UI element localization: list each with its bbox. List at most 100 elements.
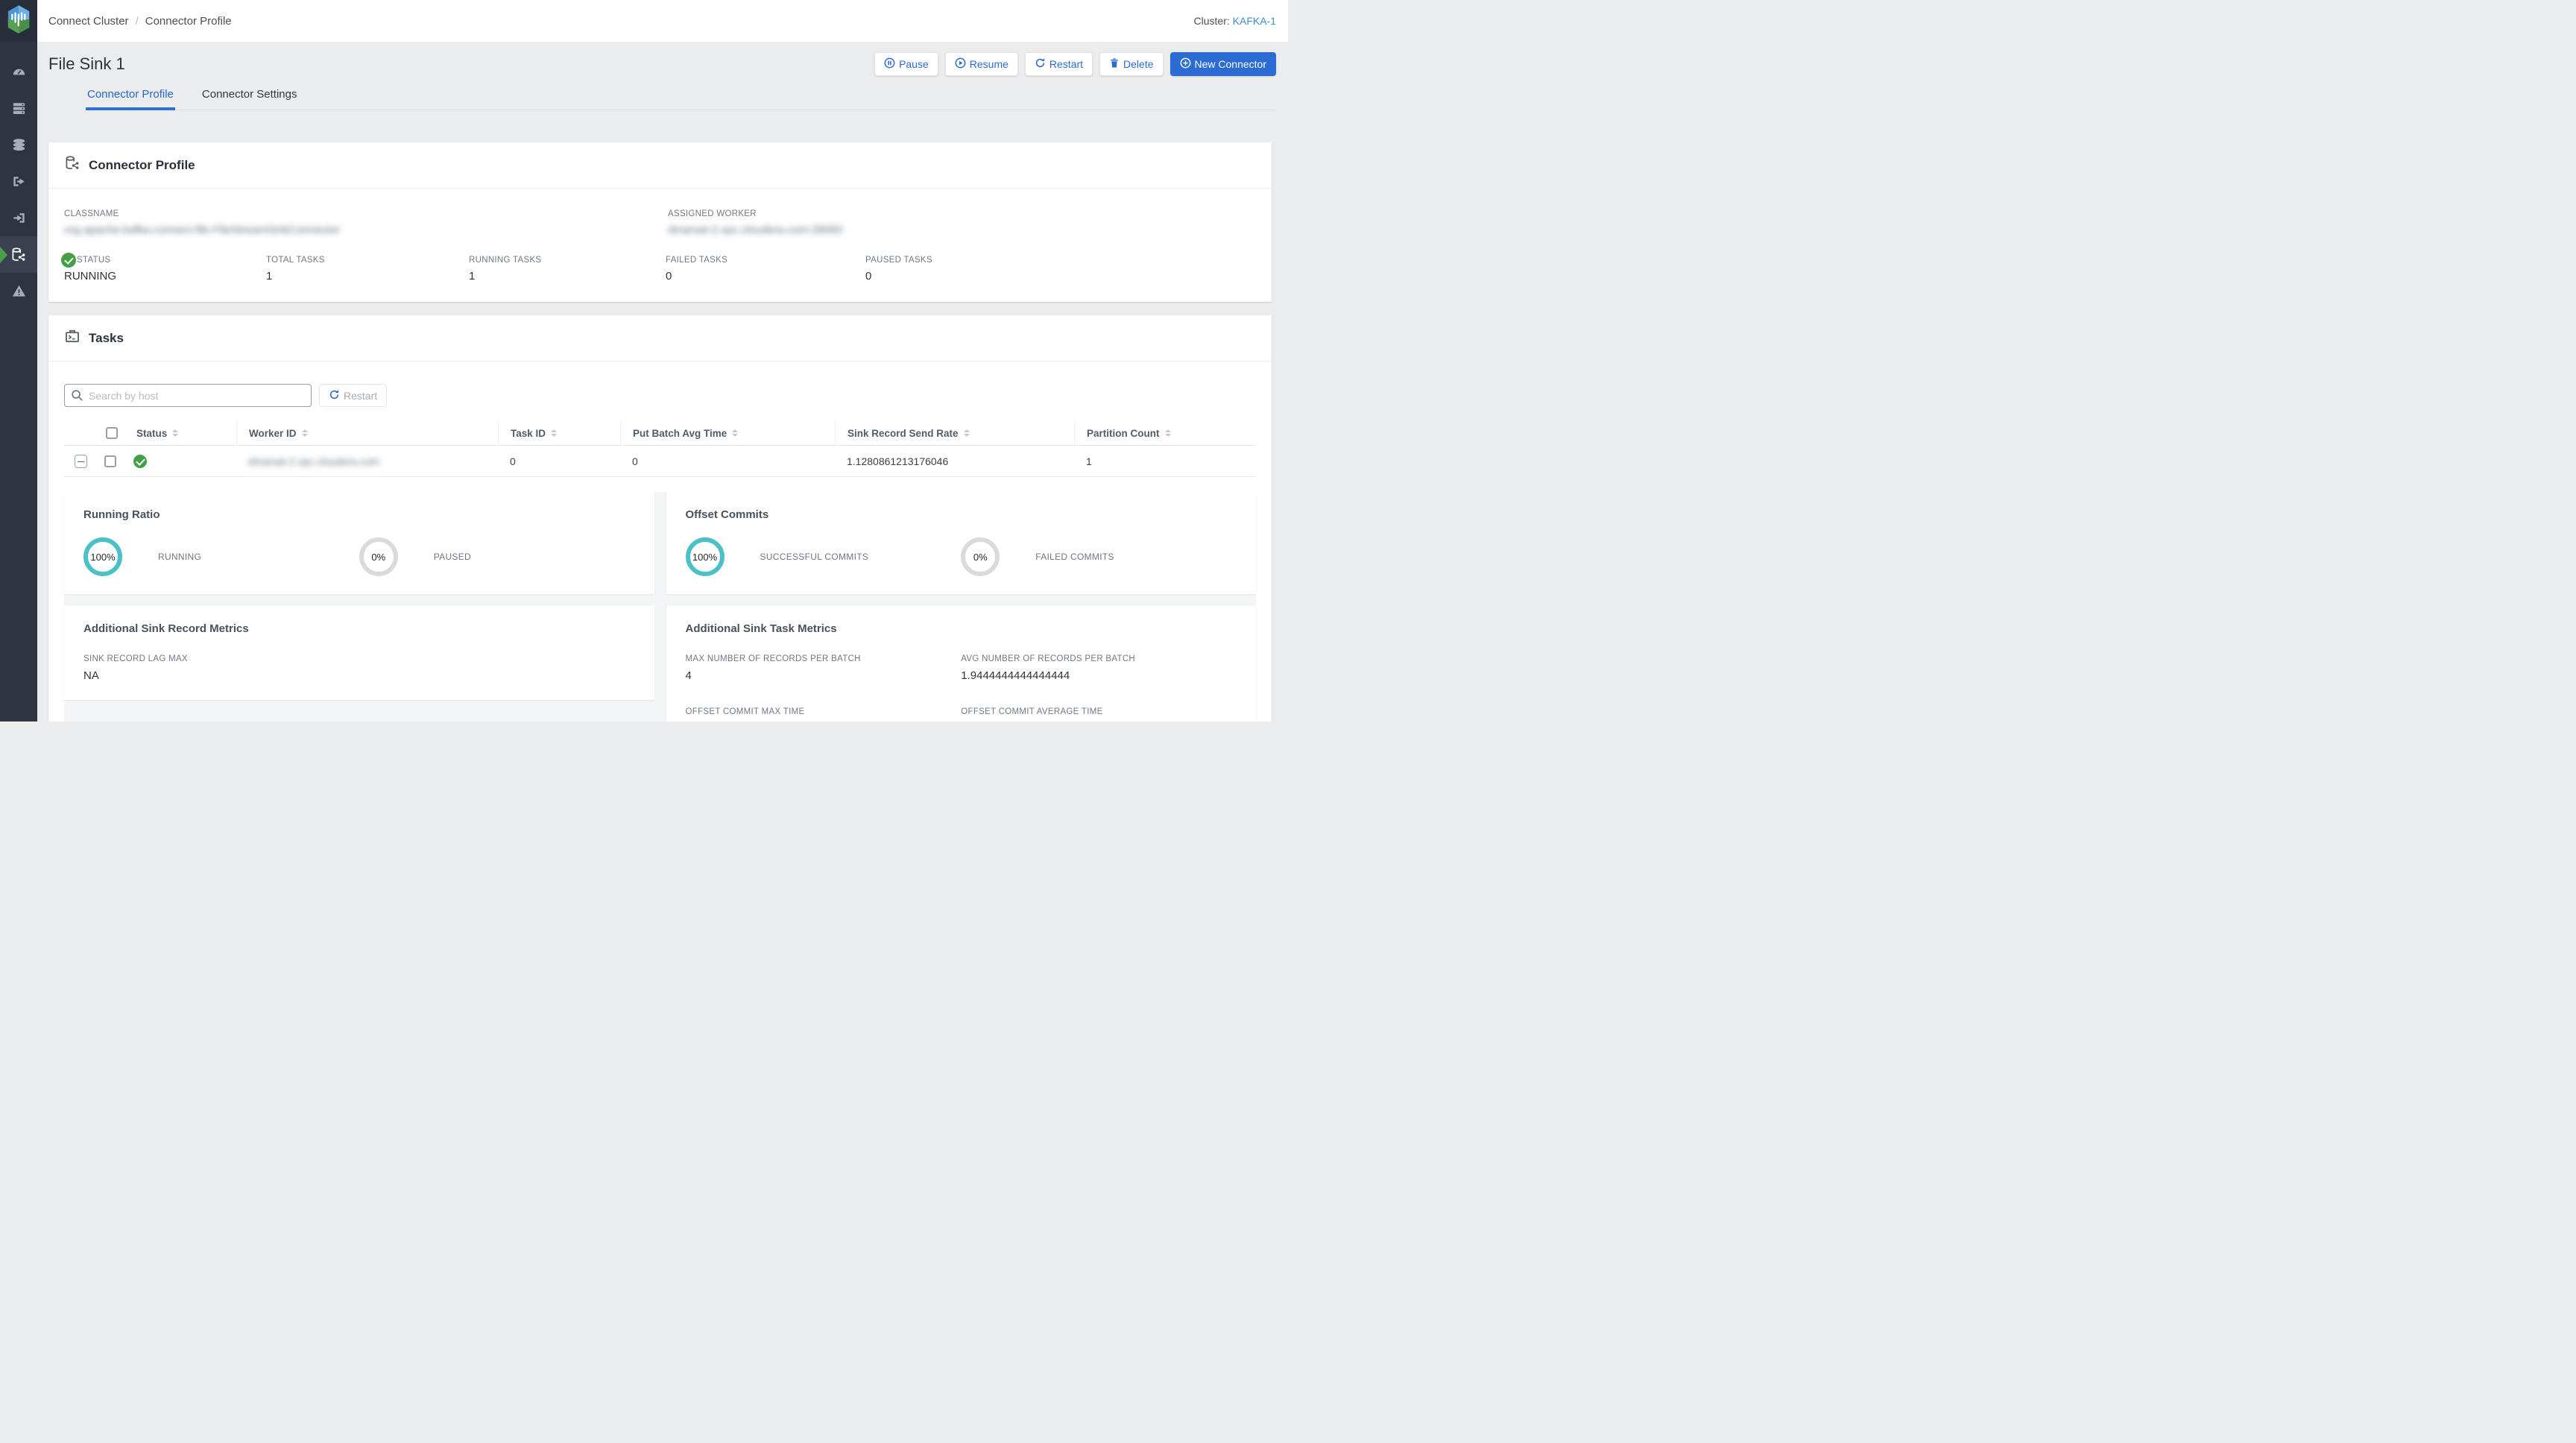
- running-ratio-title: Running Ratio: [83, 508, 635, 521]
- task-id-cell: 0: [498, 455, 620, 467]
- collapse-row-button[interactable]: [75, 455, 87, 468]
- app-window: Connect Cluster / Connector Profile Clus…: [0, 0, 1288, 722]
- task-restart-label: Restart: [344, 390, 377, 402]
- paused-tasks-field: PAUSED TASKS 0: [865, 256, 1256, 282]
- connector-actions: Pause Resume Restart: [874, 52, 1276, 76]
- column-partition-count[interactable]: Partition Count: [1087, 428, 1160, 439]
- restart-button[interactable]: Restart: [1025, 52, 1093, 76]
- sidebar-item-brokers[interactable]: [0, 90, 37, 127]
- sidebar-item-overview[interactable]: [0, 54, 37, 90]
- tab-bar: Connector Profile Connector Settings: [86, 88, 1276, 110]
- pause-button[interactable]: Pause: [874, 52, 938, 76]
- breadcrumb: Connect Cluster / Connector Profile: [48, 15, 232, 28]
- tasks-card: Tasks Restart: [48, 315, 1272, 722]
- avg-records-per-batch-value: 1.9444444444444444: [961, 669, 1237, 682]
- paused-stat-label: PAUSED: [434, 552, 471, 562]
- offset-commits-panel: Offset Commits 100% SUCCESSFUL COMMITS 0…: [666, 492, 1257, 594]
- sidebar-item-topics[interactable]: [0, 127, 37, 163]
- sink-record-lag-max-value: NA: [83, 669, 359, 682]
- pause-label: Pause: [899, 58, 929, 70]
- total-tasks-label: TOTAL TASKS: [266, 256, 469, 265]
- offset-commit-average-time-label: OFFSET COMMIT AVERAGE TIME: [961, 707, 1237, 716]
- sidebar-item-producers[interactable]: [0, 200, 37, 236]
- total-tasks-value: 1: [266, 270, 469, 282]
- sink-record-metrics-panel: Additional Sink Record Metrics SINK RECO…: [64, 606, 654, 700]
- sink-task-metrics-panel: Additional Sink Task Metrics MAX NUMBER …: [666, 606, 1257, 722]
- paused-tasks-label: PAUSED TASKS: [865, 256, 1256, 265]
- delete-button[interactable]: Delete: [1099, 52, 1163, 76]
- tasks-table-header: Status Worker ID Task ID Put Batch Avg T…: [64, 421, 1256, 446]
- select-all-checkbox[interactable]: [106, 427, 118, 439]
- sort-put-batch-icon[interactable]: [732, 429, 738, 438]
- tasks-section-title: Tasks: [89, 331, 124, 346]
- assigned-worker-label: ASSIGNED WORKER: [668, 209, 1256, 218]
- total-tasks-field: TOTAL TASKS 1: [266, 256, 469, 282]
- sidebar-item-alerts[interactable]: [0, 273, 37, 309]
- cluster-name-link[interactable]: KAFKA-1: [1233, 15, 1276, 27]
- servers-icon: [11, 101, 27, 116]
- column-sink-record-send-rate[interactable]: Sink Record Send Rate: [847, 428, 959, 439]
- task-detail-panel: Running Ratio 100% RUNNING 0% PAUSED: [64, 492, 1256, 722]
- page-title: File Sink 1: [48, 52, 125, 74]
- status-value: RUNNING: [64, 270, 266, 282]
- task-restart-button[interactable]: Restart: [319, 384, 387, 407]
- sort-partition-count-icon[interactable]: [1165, 429, 1171, 438]
- topbar: Connect Cluster / Connector Profile Clus…: [37, 0, 1288, 42]
- tab-connector-settings[interactable]: Connector Settings: [201, 88, 299, 110]
- successful-commits-ring: 100%: [686, 537, 724, 576]
- connector-profile-card: Connector Profile CLASSNAME org.apache.k…: [48, 142, 1272, 302]
- cluster-label: Cluster:: [1194, 15, 1230, 27]
- failed-tasks-field: FAILED TASKS 0: [666, 256, 865, 282]
- new-connector-button[interactable]: New Connector: [1170, 52, 1277, 76]
- column-worker-id[interactable]: Worker ID: [249, 428, 297, 439]
- status-running-icon: [61, 253, 76, 268]
- column-status[interactable]: Status: [136, 428, 167, 439]
- tasks-table: Status Worker ID Task ID Put Batch Avg T…: [64, 421, 1256, 477]
- search-by-host-input[interactable]: [64, 384, 312, 407]
- partition-count-cell: 1: [1074, 455, 1256, 467]
- trash-icon: [1109, 57, 1120, 71]
- sort-send-rate-icon[interactable]: [964, 429, 970, 438]
- resume-label: Resume: [970, 58, 1008, 70]
- sink-record-send-rate-cell: 1.1280861213176046: [835, 455, 1074, 467]
- gauge-icon: [11, 64, 27, 80]
- tasks-toolbox-icon: [64, 328, 80, 348]
- classname-value-redacted: org.apache.kafka.connect.file.FileStream…: [64, 224, 668, 236]
- avg-records-per-batch-field: AVG NUMBER OF RECORDS PER BATCH 1.944444…: [961, 654, 1237, 682]
- column-task-id[interactable]: Task ID: [511, 428, 546, 439]
- tab-connector-profile[interactable]: Connector Profile: [86, 88, 175, 110]
- assigned-worker-value-redacted: dmarsal-2.vpc.cloudera.com:28083: [668, 224, 1256, 236]
- sidebar-item-connect[interactable]: [0, 236, 37, 273]
- breadcrumb-connector-profile: Connector Profile: [145, 15, 232, 28]
- offset-commits-title: Offset Commits: [686, 508, 1237, 521]
- sort-status-icon[interactable]: [172, 429, 178, 438]
- classname-field: CLASSNAME org.apache.kafka.connect.file.…: [64, 209, 668, 236]
- failed-tasks-value: 0: [666, 270, 865, 282]
- delete-label: Delete: [1123, 58, 1153, 70]
- failed-tasks-label: FAILED TASKS: [666, 256, 865, 265]
- sort-task-id-icon[interactable]: [551, 429, 557, 438]
- breadcrumb-connect-cluster[interactable]: Connect Cluster: [48, 15, 129, 28]
- running-ratio-panel: Running Ratio 100% RUNNING 0% PAUSED: [64, 492, 654, 594]
- max-records-per-batch-value: 4: [686, 669, 962, 682]
- resume-button[interactable]: Resume: [945, 52, 1018, 76]
- paused-percent-ring: 0%: [359, 537, 398, 576]
- task-search: [64, 384, 312, 407]
- column-put-batch-avg-time[interactable]: Put Batch Avg Time: [633, 428, 727, 439]
- app-logo[interactable]: [0, 0, 37, 42]
- paused-tasks-value: 0: [865, 270, 1256, 282]
- task-running-icon: [133, 455, 147, 468]
- row-checkbox[interactable]: [104, 455, 116, 467]
- sidebar-nav: [0, 42, 37, 309]
- sidebar-item-consumers[interactable]: [0, 163, 37, 200]
- sort-worker-id-icon[interactable]: [302, 429, 308, 438]
- play-circle-icon: [955, 57, 966, 71]
- refresh-icon: [329, 389, 340, 402]
- max-records-per-batch-field: MAX NUMBER OF RECORDS PER BATCH 4: [686, 654, 962, 682]
- running-tasks-value: 1: [469, 270, 666, 282]
- put-batch-avg-time-cell: 0: [620, 455, 835, 467]
- worker-id-cell-redacted: dmarsal-2.vpc.cloudera.com: [236, 455, 498, 467]
- avg-records-per-batch-label: AVG NUMBER OF RECORDS PER BATCH: [961, 654, 1237, 663]
- connect-icon: [10, 247, 27, 263]
- offset-commit-max-time-field: OFFSET COMMIT MAX TIME 4 ms: [686, 707, 962, 722]
